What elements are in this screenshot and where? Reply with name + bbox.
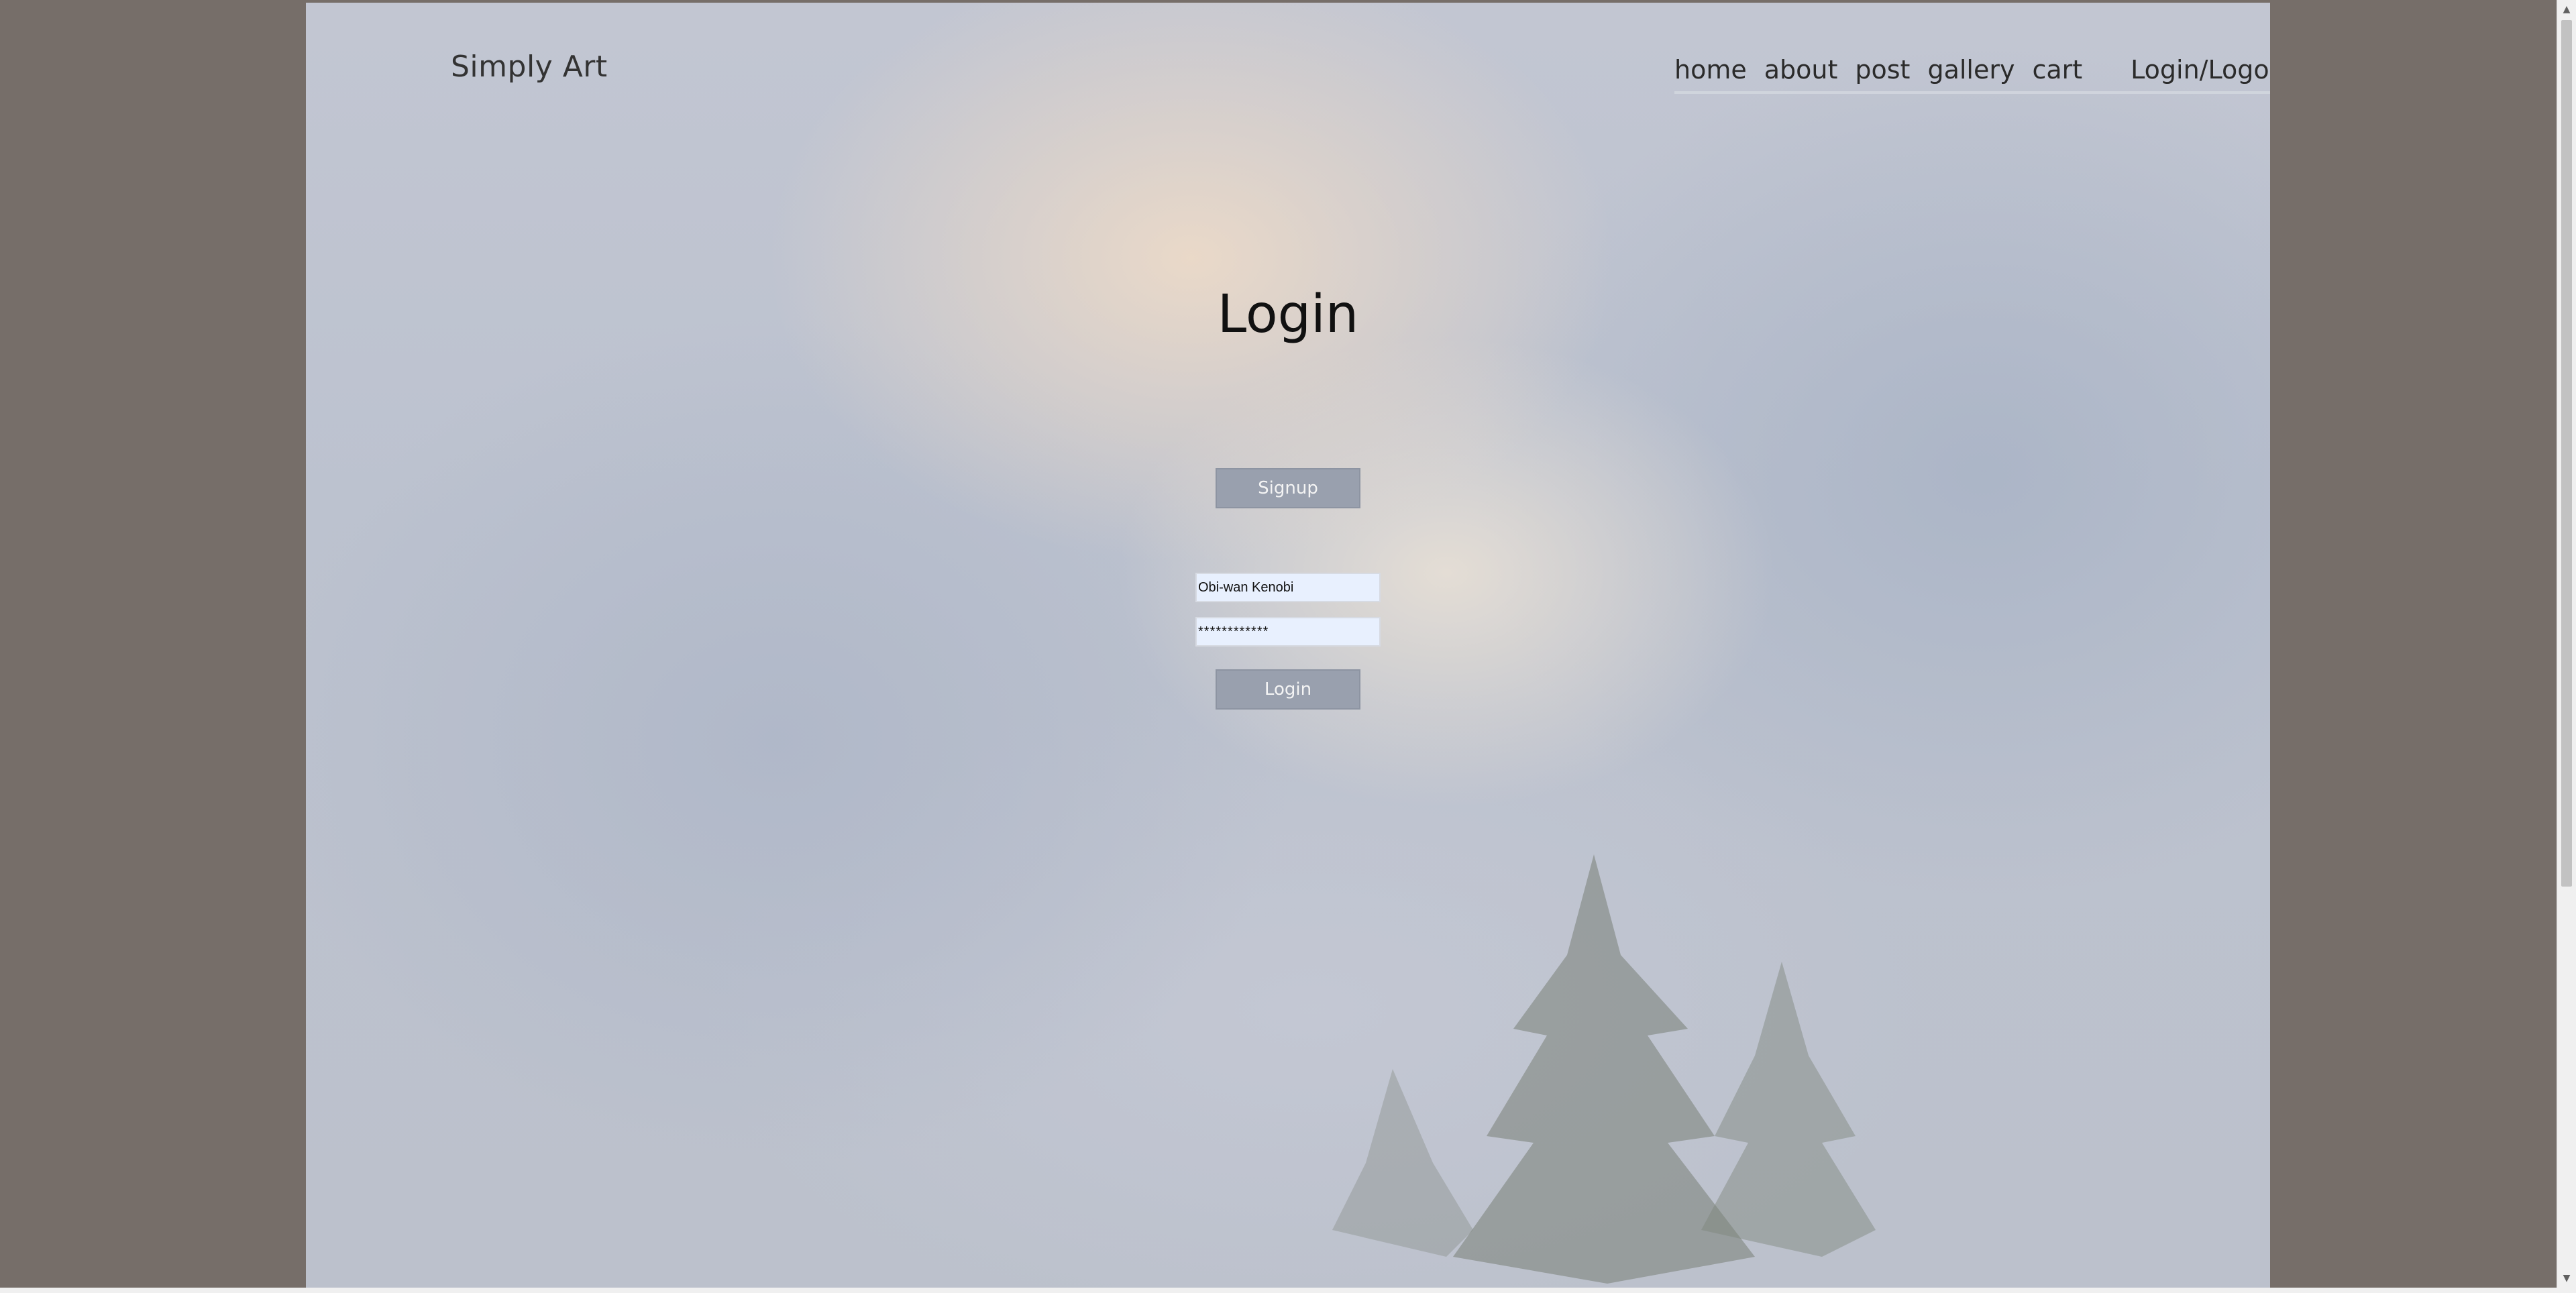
password-field[interactable]	[1195, 617, 1381, 646]
username-field[interactable]	[1195, 573, 1381, 602]
site-header: Simply Art home about post gallery cart …	[306, 3, 2270, 137]
scroll-down-arrow-icon[interactable]: ▼	[2557, 1269, 2576, 1288]
nav-post-link[interactable]: post	[1855, 55, 1910, 85]
login-button[interactable]: Login	[1216, 669, 1360, 710]
horizontal-scrollbar-strip	[0, 1288, 2576, 1293]
main-nav: home about post gallery cart Login/Logou…	[1674, 51, 2270, 94]
signup-button[interactable]: Signup	[1216, 468, 1360, 508]
nav-cart-link[interactable]: cart	[2032, 55, 2082, 85]
nav-about-link[interactable]: about	[1764, 55, 1838, 85]
tree-illustration	[1332, 854, 1876, 1284]
page-container: Simply Art home about post gallery cart …	[306, 3, 2270, 1288]
page-title: Login	[1217, 284, 1359, 345]
nav-home-link[interactable]: home	[1674, 55, 1747, 85]
nav-gallery-link[interactable]: gallery	[1927, 55, 2015, 85]
vertical-scrollbar[interactable]: ▲ ▼	[2557, 0, 2576, 1288]
site-brand[interactable]: Simply Art	[451, 50, 608, 84]
scrollbar-thumb[interactable]	[2561, 20, 2572, 887]
scroll-up-arrow-icon[interactable]: ▲	[2557, 0, 2576, 19]
nav-login-logout-link[interactable]: Login/Logout	[2131, 55, 2270, 85]
browser-viewport: Simply Art home about post gallery cart …	[0, 0, 2557, 1288]
